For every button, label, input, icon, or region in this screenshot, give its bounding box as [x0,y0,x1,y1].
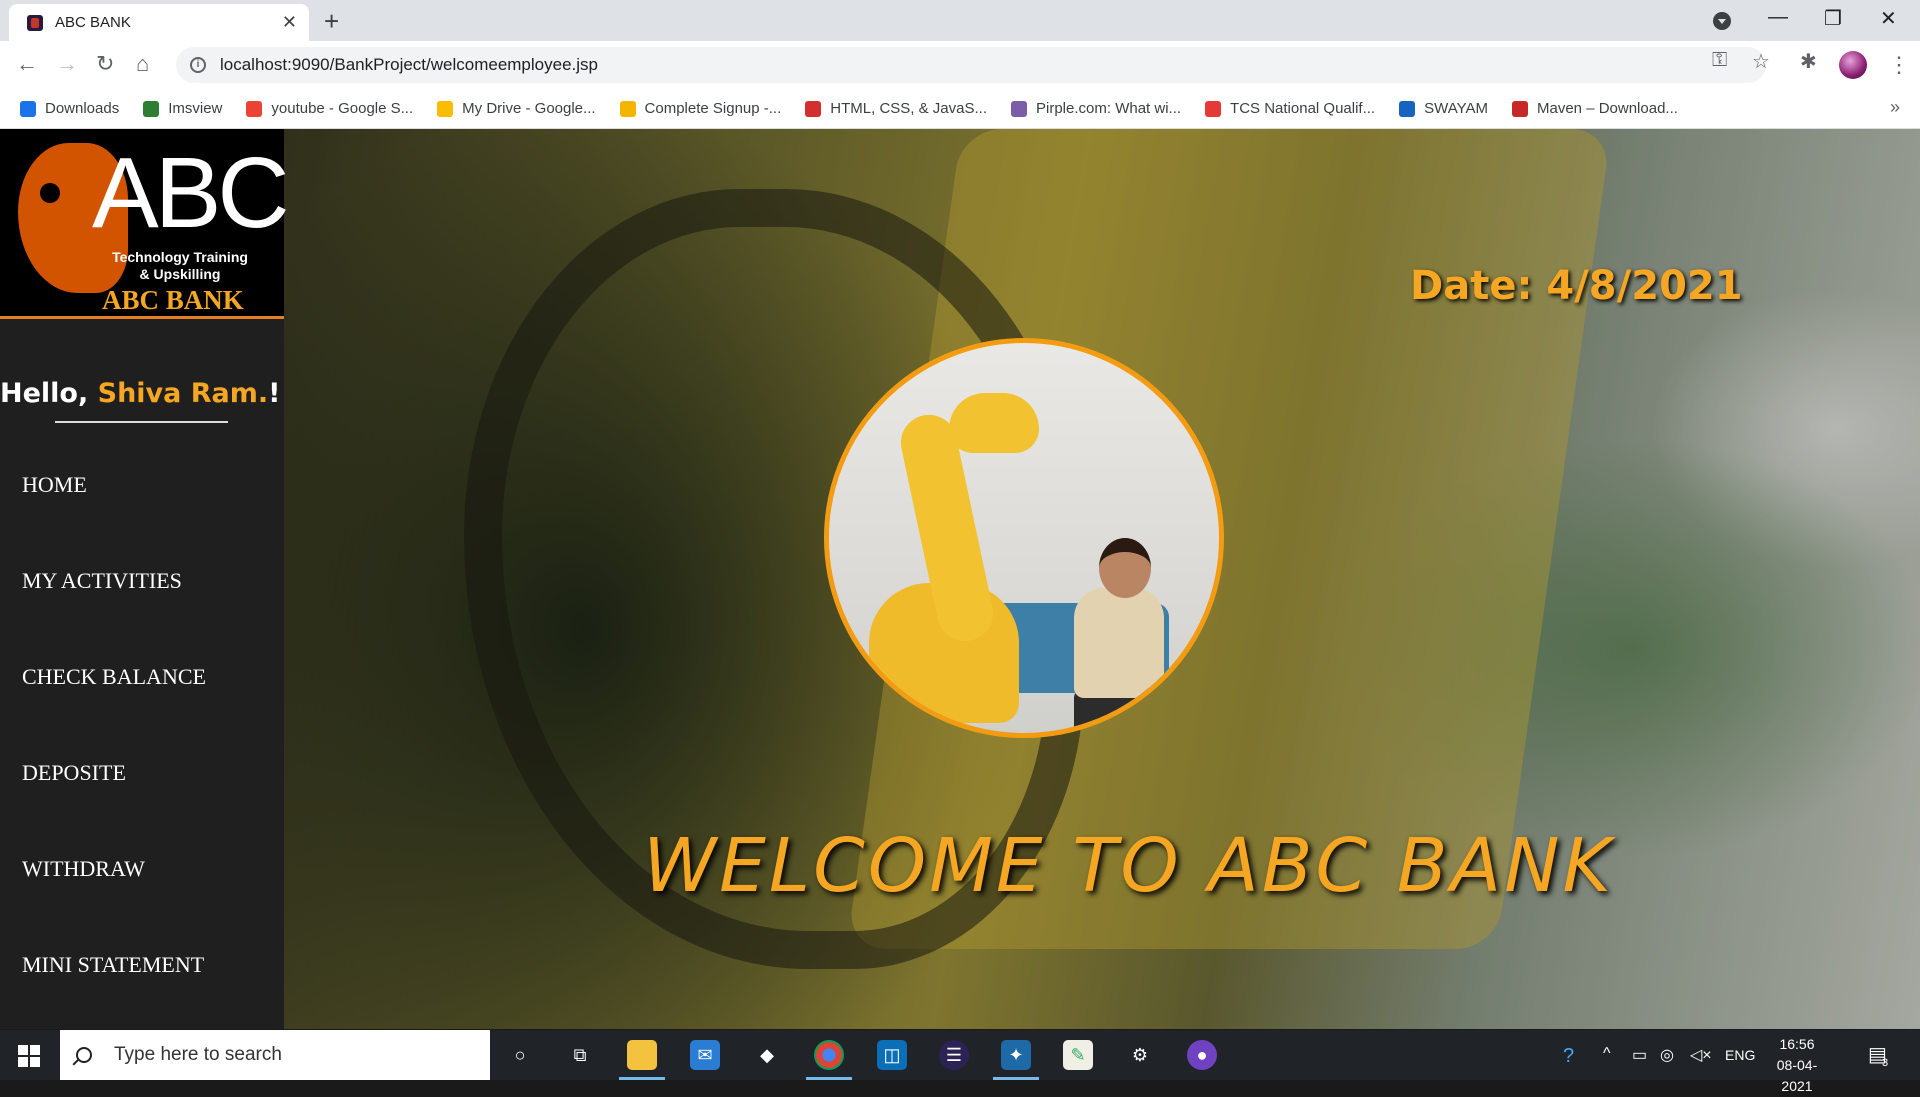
forward-icon[interactable]: → [56,51,78,77]
bookmark-item[interactable]: Downloads [20,100,119,117]
google-icon [246,100,263,117]
eclipse-icon[interactable]: ☰ [939,1040,969,1070]
browser-tab[interactable]: ABC BANK ✕ [9,4,309,41]
github-desktop-icon[interactable]: ● [1187,1040,1217,1070]
logo-bank-name: ABC BANK [102,285,244,315]
bookmark-item[interactable]: HTML, CSS, & JavaS... [805,100,987,117]
cortana-icon[interactable]: ○ [505,1040,535,1070]
new-tab-icon[interactable]: + [324,6,339,37]
close-window-icon[interactable]: ✕ [1880,6,1897,31]
back-icon[interactable]: ← [16,51,38,77]
more-bookmarks-icon[interactable]: » [1890,97,1900,118]
menu-my-activities[interactable]: MY ACTIVITIES [22,568,182,594]
windows-start-icon[interactable] [18,1045,40,1067]
task-view-icon[interactable]: ⧉ [565,1040,595,1070]
windows-taskbar: Type here to search ○ ⧉ ✉ ◆ ◫ ☰ ✦ ✎ ⚙ ● … [0,1030,1920,1094]
app-icon[interactable]: ◫ [877,1040,907,1070]
menu-deposite[interactable]: DEPOSITE [22,760,126,786]
browser-tab-strip: ABC BANK ✕ + — ❐ ✕ [0,0,1920,41]
minimize-icon[interactable]: — [1768,6,1788,29]
bookmark-label: Imsview [168,100,223,117]
maven-icon [1512,100,1528,117]
restore-icon[interactable]: ❐ [1824,6,1842,31]
bookmark-label: SWAYAM [1424,100,1488,117]
site-favicon-icon [27,14,43,31]
profile-avatar[interactable] [1839,51,1867,79]
url-text[interactable]: localhost:9090/BankProject/welcomeemploy… [220,55,598,75]
logo-tagline: Technology Training & Upskilling [112,249,248,282]
user-name: Shiva Ram. [97,378,269,409]
bookmark-label: Maven – Download... [1537,100,1678,117]
menu-check-balance[interactable]: CHECK BALANCE [22,664,206,690]
pirple-icon [1011,100,1027,117]
system-clock[interactable]: 16:56 08-04-2021 [1762,1034,1832,1097]
settings-gear-icon[interactable]: ⚙ [1125,1040,1155,1070]
tab-search-icon[interactable] [1713,12,1731,30]
bookmark-label: Pirple.com: What wi... [1036,100,1182,117]
bookmark-item[interactable]: youtube - Google S... [246,100,413,117]
dropbox-icon[interactable]: ◆ [752,1040,782,1070]
volume-muted-icon[interactable]: ◁× [1690,1045,1712,1065]
imsview-icon [143,100,160,117]
current-date: Date: 4/8/2021 [1410,263,1743,309]
show-hidden-icons-icon[interactable]: ^ [1603,1045,1611,1063]
file-explorer-icon[interactable] [627,1040,657,1070]
bookmark-item[interactable]: SWAYAM [1399,100,1488,117]
bookmark-item[interactable]: My Drive - Google... [437,100,596,117]
python-editor-icon[interactable]: ✎ [1063,1040,1093,1070]
welcome-heading: WELCOME TO ABC BANK [643,823,1615,909]
google-drive-icon [437,100,454,117]
bookmarks-bar: Downloads Imsview youtube - Google S... My … [0,89,1920,129]
network-icon[interactable]: ◎ [1660,1045,1674,1065]
browser-toolbar: ← → ↻ ⌂ i localhost:9090/BankProject/wel… [0,41,1920,89]
browser-menu-icon[interactable]: ⋮ [1888,52,1910,78]
bookmark-label: Downloads [45,100,120,117]
tab-title: ABC BANK [55,14,131,31]
bookmark-item[interactable]: Maven – Download... [1512,100,1678,117]
udemy-icon [805,100,822,117]
abc-bank-logo[interactable]: ABC Technology Training & Upskilling ABC… [0,129,290,319]
bookmark-item[interactable]: Pirple.com: What wi... [1011,100,1181,117]
taskbar-search-placeholder: Type here to search [114,1044,282,1065]
notification-count: 3 [1882,1057,1889,1069]
bookmark-star-icon[interactable]: ☆ [1752,49,1770,74]
download-icon [20,100,36,117]
bookmark-item[interactable]: TCS National Qualif... [1205,100,1375,117]
swayam-icon [1399,100,1416,117]
greeting-underline [55,421,228,423]
help-icon[interactable]: ? [1563,1045,1574,1068]
mail-icon[interactable]: ✉ [690,1040,720,1070]
chrome-icon[interactable] [814,1040,844,1070]
key-icon[interactable]: ⚿ [1712,49,1727,72]
sidebar: ABC Technology Training & Upskilling ABC… [0,129,290,1029]
search-icon [76,1047,92,1063]
bookmark-label: My Drive - Google... [462,100,596,117]
home-icon[interactable]: ⌂ [136,51,149,77]
site-info-icon[interactable]: i [190,57,206,73]
logo-letters: ABC [92,137,290,249]
bookmark-label: TCS National Qualif... [1230,100,1376,117]
tcs-icon [1205,100,1222,117]
profile-photo [824,338,1224,738]
bookmark-item[interactable]: Imsview [143,100,222,117]
close-tab-icon[interactable]: ✕ [282,12,297,33]
bookmark-label: Complete Signup -... [644,100,782,117]
battery-icon[interactable]: ▭ [1632,1045,1647,1065]
menu-home[interactable]: HOME [22,472,87,498]
signup-icon [619,100,636,117]
menu-mini-statement[interactable]: MINI STATEMENT [22,952,204,978]
extensions-icon[interactable]: ✱ [1800,49,1817,74]
address-bar[interactable]: i localhost:9090/BankProject/welcomeempl… [176,47,1766,83]
language-indicator[interactable]: ENG [1725,1047,1755,1063]
mysql-workbench-icon[interactable]: ✦ [1001,1040,1031,1070]
bookmark-label: HTML, CSS, & JavaS... [830,100,987,117]
bookmark-item[interactable]: Complete Signup -... [619,100,782,117]
user-greeting: Hello, Shiva Ram.! [0,378,281,409]
taskbar-search[interactable]: Type here to search [60,1030,490,1080]
menu-withdraw[interactable]: WITHDRAW [22,856,145,882]
bookmark-label: youtube - Google S... [271,100,414,117]
reload-icon[interactable]: ↻ [96,51,114,77]
page-content: Date: 4/8/2021 WELCOME TO ABC BANK ABC T… [0,129,1920,1029]
